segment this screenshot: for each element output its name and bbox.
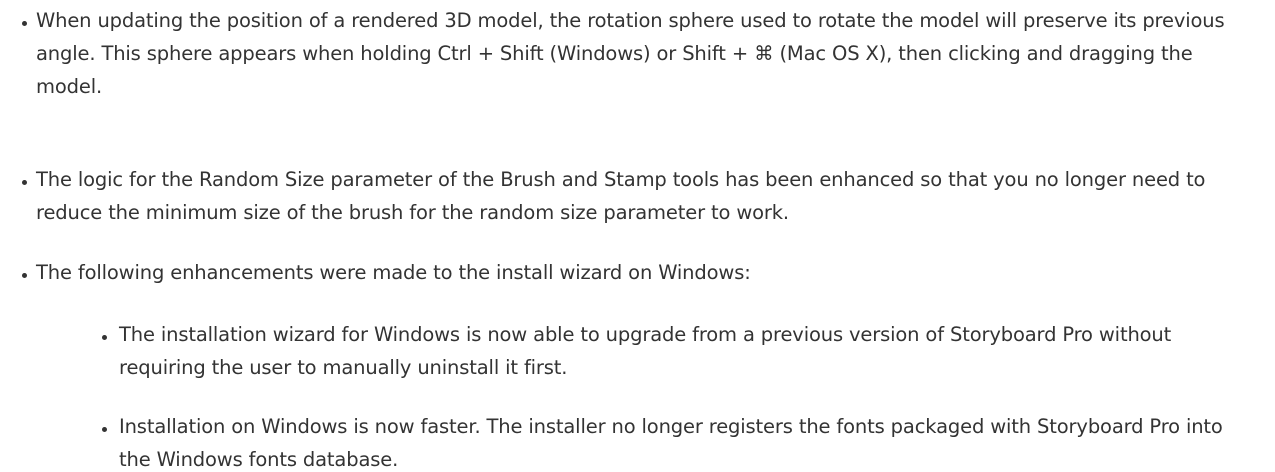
bullet-dot [22,273,27,278]
sub-list-item-text: The installation wizard for Windows is n… [119,323,1172,379]
list-item-text: The following enhancements were made to … [36,261,751,284]
bullet-dot [102,335,107,340]
bullet-dot [102,427,107,432]
list-item-3d-rotation-sphere: When updating the position of a rendered… [0,4,1236,103]
bullet-dot [22,180,27,185]
sub-list-item-upgrade: The installation wizard for Windows is n… [0,318,1249,384]
sub-list-item-faster-install: Installation on Windows is now faster. T… [0,410,1249,472]
list-item-text: When updating the position of a rendered… [36,9,1225,98]
list-item-random-size: The logic for the Random Size parameter … [0,163,1236,229]
sub-list-item-text: Installation on Windows is now faster. T… [119,415,1223,471]
bullet-dot [22,21,27,26]
list-item-install-wizard: The following enhancements were made to … [0,256,1236,289]
list-item-text: The logic for the Random Size parameter … [36,168,1206,224]
release-notes-document: When updating the position of a rendered… [0,0,1275,472]
